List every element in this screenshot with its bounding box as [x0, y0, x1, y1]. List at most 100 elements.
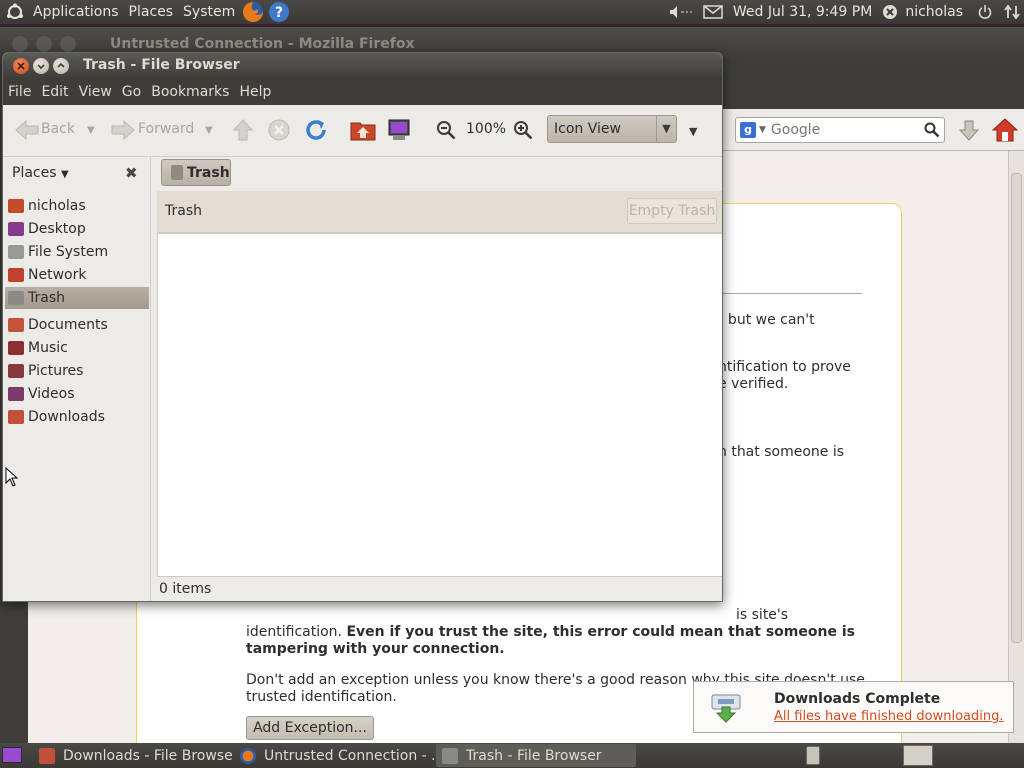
task-trash-file-browser[interactable]: Trash - File Browser: [436, 744, 636, 767]
file-view-pane[interactable]: [157, 233, 722, 577]
user-menu[interactable]: nicholas: [900, 0, 968, 24]
error-text-fragment: , but we can't: [719, 312, 815, 328]
status-bar: 0 items: [157, 577, 722, 601]
sidebar-item-trash[interactable]: Trash: [5, 287, 149, 309]
computer-icon[interactable]: [387, 118, 411, 142]
power-icon[interactable]: [968, 0, 1002, 24]
downloads-complete-title: Downloads Complete: [774, 691, 941, 707]
network-arrows-icon[interactable]: [1002, 0, 1024, 24]
home-folder-icon[interactable]: [350, 119, 376, 141]
minimize-button[interactable]: [33, 58, 49, 74]
firefox-maximize-button[interactable]: [60, 36, 76, 52]
maximize-button[interactable]: [53, 58, 69, 74]
up-arrow-icon[interactable]: [233, 119, 253, 141]
user-status-icon: [877, 0, 900, 24]
sidebar-item-music[interactable]: Music: [5, 337, 149, 359]
add-exception-button[interactable]: Add Exception...: [246, 716, 374, 740]
path-button-trash[interactable]: Trash: [161, 159, 231, 186]
svg-text:?: ?: [275, 5, 283, 21]
scrollbar-thumb[interactable]: [1011, 173, 1022, 643]
task-label: Untrusted Connection - ...: [264, 747, 434, 764]
mail-icon[interactable]: [698, 0, 728, 24]
workspace-switcher[interactable]: [903, 745, 933, 766]
sidebar-item-desktop[interactable]: Desktop: [5, 218, 149, 240]
sidebar-item-documents[interactable]: Documents: [5, 314, 149, 336]
zoom-out-icon[interactable]: [436, 120, 456, 140]
ubuntu-logo-icon[interactable]: [0, 0, 28, 24]
zoom-in-icon[interactable]: [513, 120, 533, 140]
menu-help[interactable]: Help: [234, 84, 276, 100]
menubar: File Edit View Go Bookmarks Help: [3, 79, 722, 105]
chevron-down-icon[interactable]: ▼: [656, 116, 676, 142]
applications-menu[interactable]: Applications: [28, 0, 124, 24]
view-mode-select[interactable]: Icon View ▼: [547, 115, 677, 143]
task-downloads-file-browser[interactable]: Downloads - File Browser: [33, 744, 233, 767]
identification-text: identification.: [246, 624, 343, 640]
music-folder-icon: [8, 341, 24, 355]
videos-folder-icon: [8, 387, 24, 401]
search-input[interactable]: [770, 122, 921, 138]
forward-button[interactable]: Forward: [138, 121, 194, 137]
location-title: Trash: [165, 203, 202, 219]
menu-bookmarks[interactable]: Bookmarks: [146, 84, 234, 100]
downloads-finished-link[interactable]: All files have finished downloading.: [774, 709, 1004, 724]
close-sidebar-icon[interactable]: ✖: [125, 164, 138, 182]
back-arrow-icon[interactable]: [15, 120, 39, 140]
forward-history-dropdown-icon[interactable]: ▼: [205, 125, 213, 136]
error-text-line-5: is site's: [736, 607, 789, 623]
places-menu[interactable]: Places: [124, 0, 179, 24]
downloads-icon[interactable]: [958, 119, 980, 143]
firefox-close-button[interactable]: [12, 36, 28, 52]
sidebar-item-file-system[interactable]: File System: [5, 241, 149, 263]
menu-file[interactable]: File: [3, 84, 36, 100]
error-text-line-2: ntification to prove: [718, 359, 851, 375]
sidebar-item-label: Music: [28, 340, 68, 356]
file-browser-titlebar[interactable]: Trash - File Browser: [3, 53, 722, 79]
sidebar-item-network[interactable]: Network: [5, 264, 149, 286]
firefox-search-box[interactable]: g ▼: [735, 117, 945, 143]
firefox-scrollbar[interactable]: [1008, 151, 1024, 743]
search-icon[interactable]: [924, 122, 940, 138]
zoom-level[interactable]: 100%: [466, 121, 506, 137]
show-desktop-icon[interactable]: [2, 747, 22, 763]
error-text-line-1: g, but we can't: [709, 312, 815, 329]
downloads-complete-popup[interactable]: Downloads Complete All files have finish…: [693, 681, 1014, 733]
sidebar-item-label: Pictures: [28, 363, 84, 379]
places-dropdown[interactable]: Places ▼: [12, 165, 69, 181]
forward-arrow-icon[interactable]: [111, 120, 135, 140]
firefox-minimize-button[interactable]: [36, 36, 52, 52]
back-history-dropdown-icon[interactable]: ▼: [87, 125, 95, 136]
download-complete-icon: [710, 693, 742, 723]
empty-trash-button[interactable]: Empty Trash: [627, 198, 717, 224]
search-engine-dropdown-icon[interactable]: ▼: [759, 125, 766, 135]
home-icon[interactable]: [992, 117, 1018, 143]
menu-edit[interactable]: Edit: [36, 84, 73, 100]
toolbar-overflow-icon[interactable]: ▼: [689, 125, 697, 138]
task-label: Downloads - File Browser: [63, 747, 233, 764]
clock[interactable]: Wed Jul 31, 9:49 PM: [728, 0, 877, 24]
top-panel: Applications Places System ? Wed Jul 31,…: [0, 0, 1024, 24]
sidebar-item-pictures[interactable]: Pictures: [5, 360, 149, 382]
back-button[interactable]: Back: [41, 121, 75, 137]
trash-applet-icon[interactable]: [806, 746, 820, 765]
reload-icon[interactable]: [304, 118, 328, 142]
google-icon[interactable]: g: [740, 122, 756, 138]
system-menu[interactable]: System: [178, 0, 240, 24]
help-icon[interactable]: ?: [266, 0, 292, 24]
sidebar-item-downloads[interactable]: Downloads: [5, 406, 149, 428]
firefox-icon: [240, 747, 256, 764]
home-folder-icon: [8, 199, 24, 213]
sidebar-item-videos[interactable]: Videos: [5, 383, 149, 405]
stop-icon[interactable]: [268, 119, 290, 141]
menu-go[interactable]: Go: [117, 84, 146, 100]
menu-view[interactable]: View: [74, 84, 117, 100]
drive-icon: [8, 245, 24, 259]
task-untrusted-connection[interactable]: Untrusted Connection - ...: [234, 744, 434, 767]
trash-icon: [8, 291, 24, 305]
close-button[interactable]: [13, 58, 29, 74]
firefox-launcher-icon[interactable]: [240, 0, 266, 24]
volume-icon[interactable]: [664, 0, 698, 24]
desktop-icon: [8, 222, 24, 236]
sidebar-item-nicholas[interactable]: nicholas: [5, 195, 149, 217]
sidebar-item-label: Downloads: [28, 409, 105, 425]
